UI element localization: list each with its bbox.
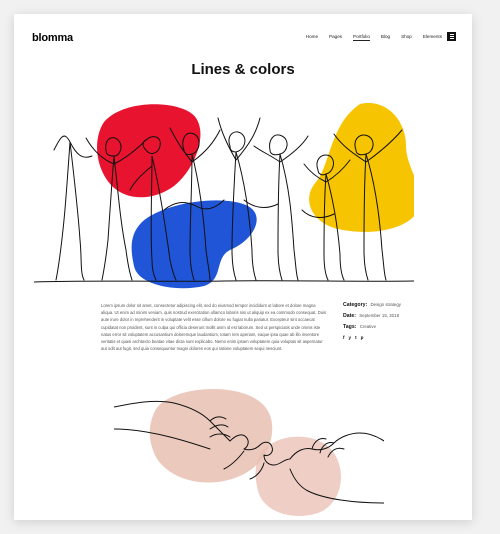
date-label: Date:	[343, 313, 356, 319]
pink-blob-right	[255, 436, 341, 517]
category-label: Category:	[343, 302, 368, 308]
nav-item-home[interactable]: Home	[306, 34, 318, 41]
nav-item-pages[interactable]: Pages	[329, 34, 342, 41]
nav-item-blog[interactable]: Blog	[381, 34, 390, 41]
tags-label: Tags:	[343, 324, 357, 330]
facebook-icon[interactable]: f	[343, 335, 345, 340]
pink-blob-left	[149, 389, 273, 483]
social-share: f y t p	[343, 335, 423, 340]
pinterest-icon[interactable]: p	[361, 335, 364, 340]
blue-blob	[131, 200, 257, 289]
red-blob	[97, 104, 201, 198]
puzzle-hands-illustration	[114, 389, 384, 517]
project-meta: Category: Design strategy Date: Septembe…	[343, 302, 423, 340]
date-value: September 15, 2018	[359, 313, 400, 318]
nav-item-elements[interactable]: Elements	[423, 34, 442, 41]
project-description: Lorem ipsum dolor sit amet, consectetur …	[101, 303, 327, 352]
youtube-icon[interactable]: y	[349, 335, 352, 340]
page-title: Lines & colors	[191, 61, 295, 78]
portfolio-page: blomma Home Pages Portfolio Blog Shop El…	[14, 14, 472, 520]
hamburger-icon[interactable]	[447, 32, 456, 41]
nav-item-portfolio[interactable]: Portfolio	[353, 34, 370, 41]
main-navigation: Home Pages Portfolio Blog Shop Elements	[295, 34, 442, 41]
twitter-icon[interactable]: t	[355, 335, 357, 340]
meta-date: Date: September 15, 2018	[343, 313, 423, 319]
nav-item-shop[interactable]: Shop	[401, 34, 412, 41]
tags-value[interactable]: Creative	[360, 324, 376, 329]
site-logo[interactable]: blomma	[32, 32, 73, 44]
meta-category: Category: Design strategy	[343, 302, 423, 308]
hero-illustration	[34, 103, 414, 289]
meta-tags: Tags: Creative	[343, 324, 423, 330]
category-value[interactable]: Design strategy	[370, 302, 401, 307]
